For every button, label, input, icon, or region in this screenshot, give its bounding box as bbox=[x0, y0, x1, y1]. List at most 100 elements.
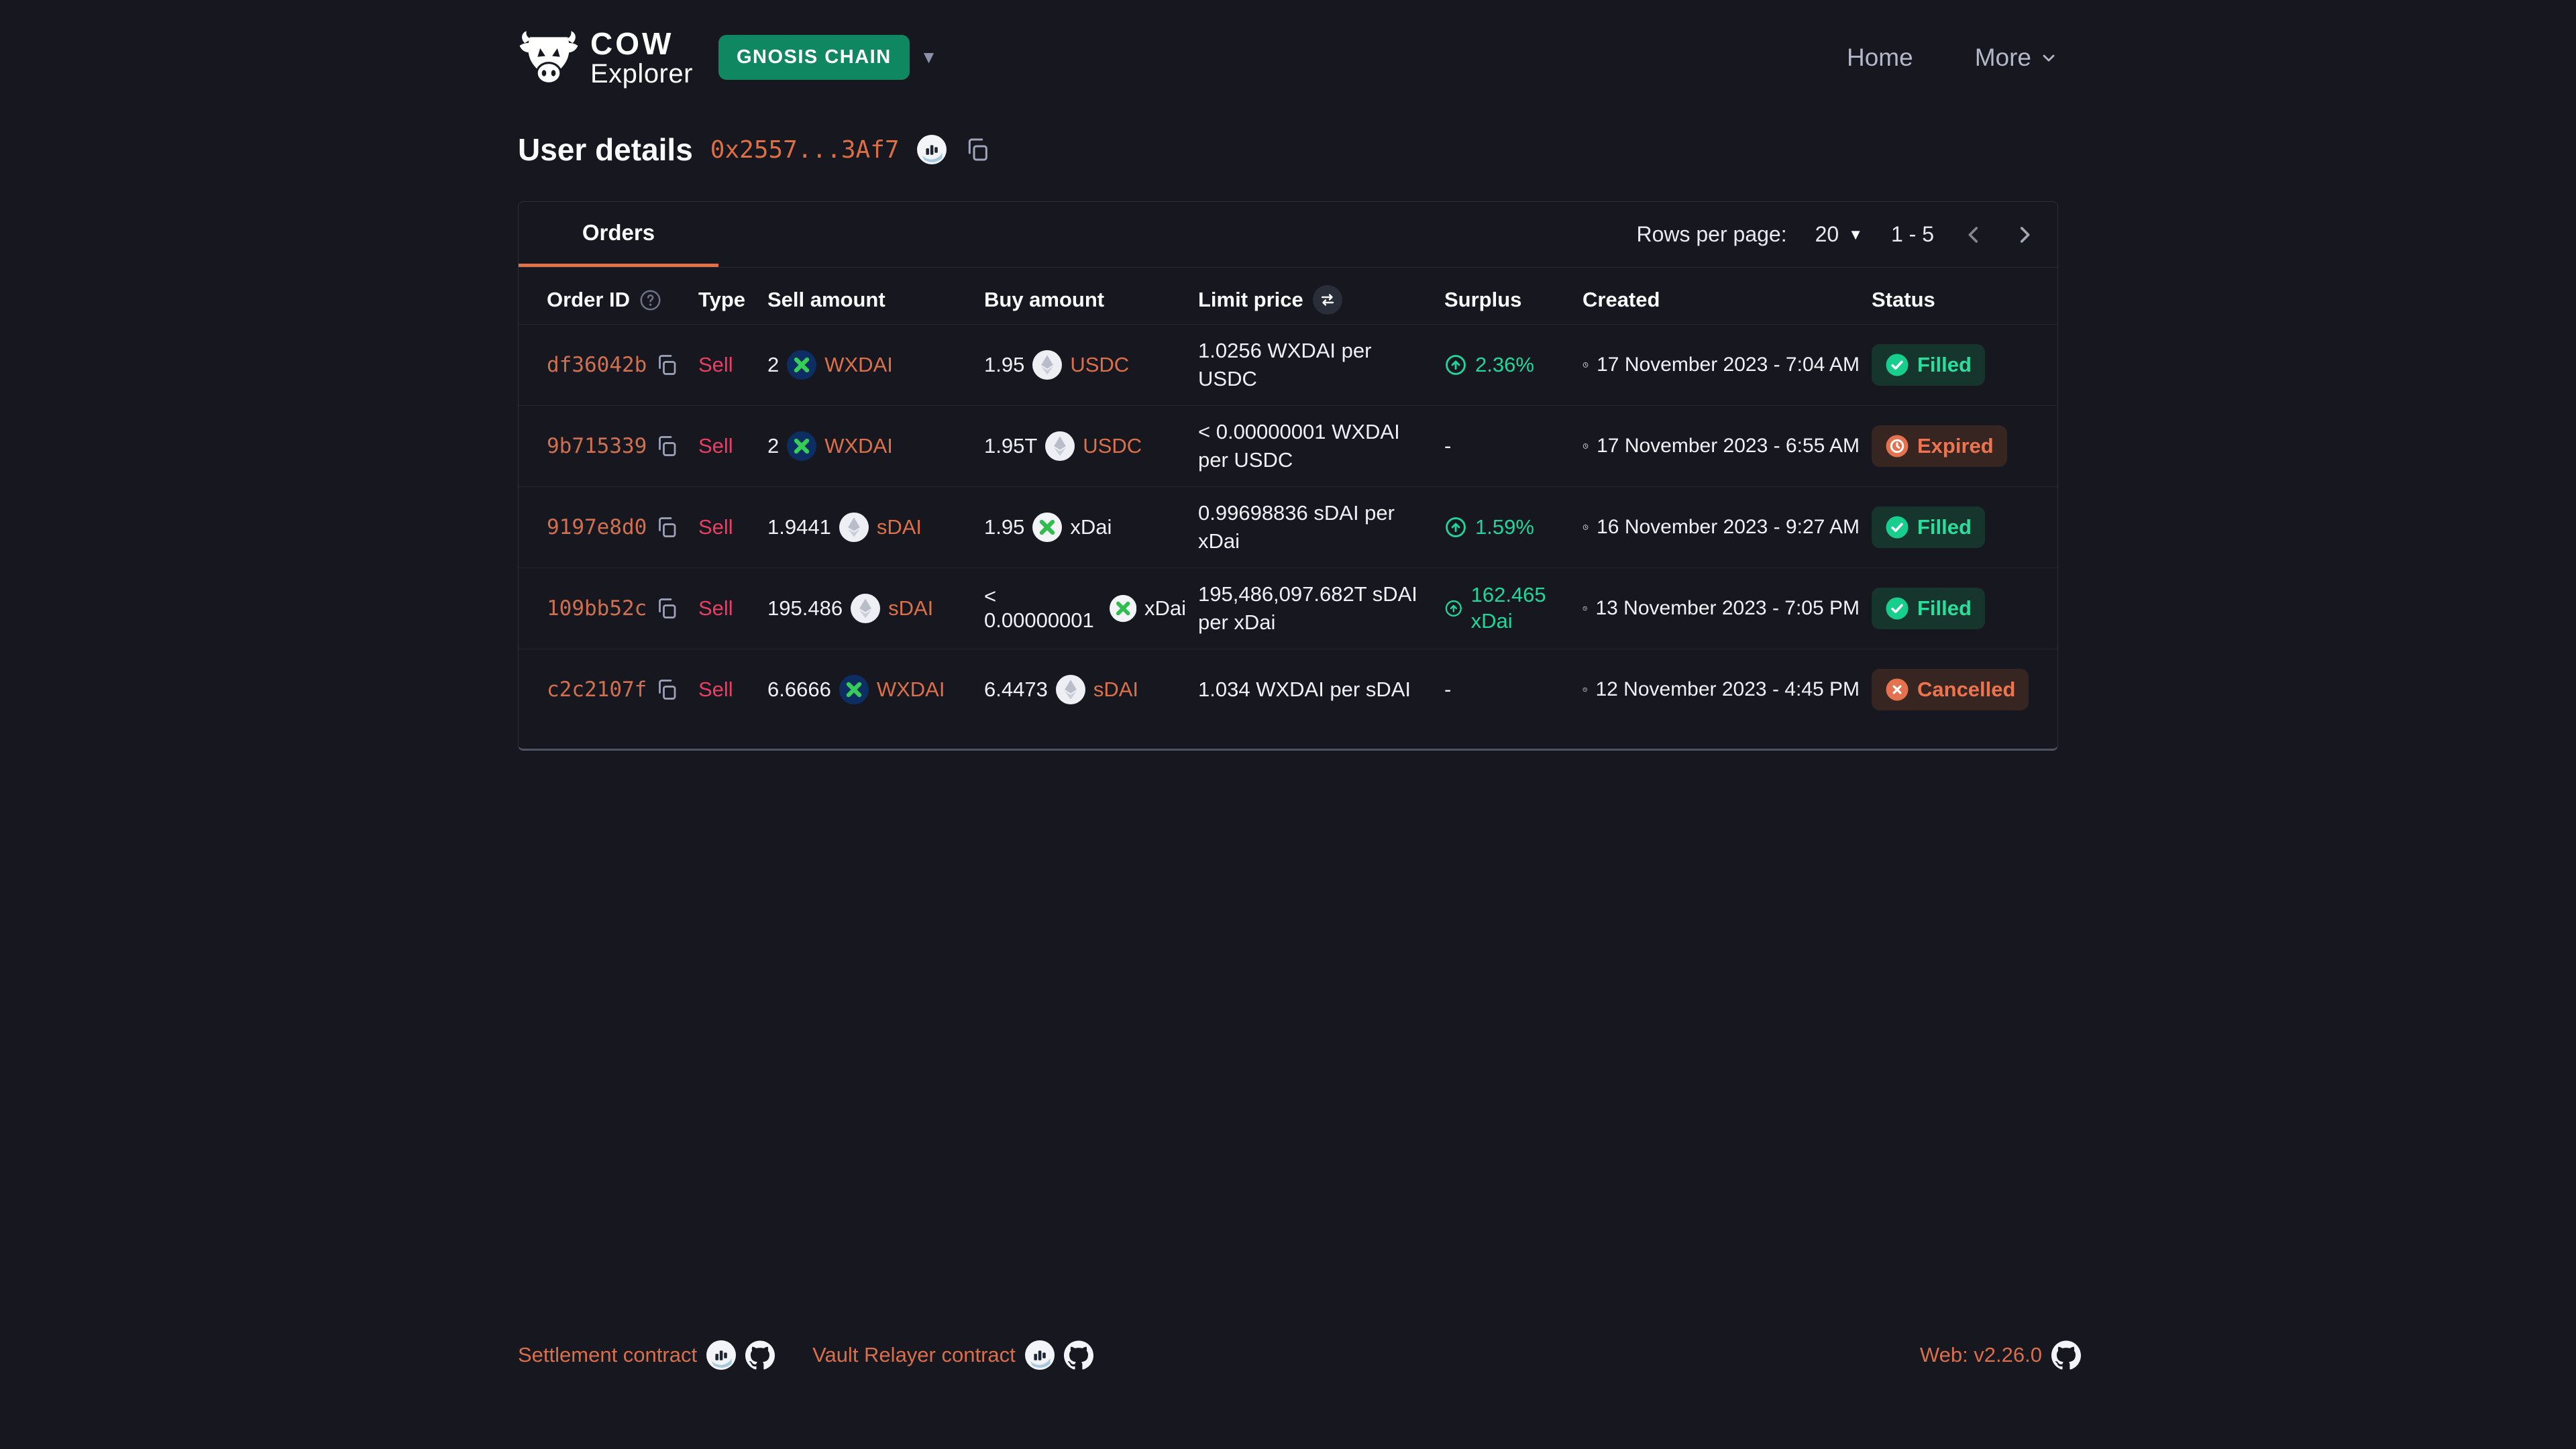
blockscout-icon[interactable] bbox=[917, 135, 947, 164]
check-icon bbox=[1885, 596, 1909, 621]
order-id-link[interactable]: df36042b bbox=[547, 353, 647, 377]
limit-price: 1.0256 WXDAI per USDC bbox=[1198, 337, 1432, 393]
invert-price-icon[interactable] bbox=[1313, 285, 1342, 315]
expired-clock-icon bbox=[1885, 434, 1909, 458]
footer: Settlement contract Vault Relayer contra… bbox=[518, 1340, 2081, 1370]
status-badge: Filled bbox=[1872, 588, 1985, 629]
user-address[interactable]: 0x2557...3Af7 bbox=[710, 136, 900, 164]
token-link[interactable]: sDAI bbox=[877, 515, 922, 539]
check-icon bbox=[1885, 515, 1909, 539]
col-buy-amount: Buy amount bbox=[984, 288, 1198, 312]
table-row: 109bb52cSell195.486sDAI< 0.00000001xDai1… bbox=[519, 568, 2057, 649]
token-icon bbox=[1032, 350, 1062, 380]
token-link[interactable]: WXDAI bbox=[824, 434, 893, 458]
created-date: 13 November 2023 - 7:05 PM bbox=[1595, 597, 1860, 620]
token-amount: 6.4473 bbox=[984, 678, 1048, 702]
surplus-cell: 2.36% bbox=[1444, 352, 1582, 378]
copy-address-icon[interactable] bbox=[964, 136, 991, 163]
copy-icon[interactable] bbox=[655, 678, 679, 702]
token-amount: 2 bbox=[767, 434, 779, 458]
token-link[interactable]: sDAI bbox=[888, 596, 933, 621]
blockscout-icon[interactable] bbox=[706, 1340, 736, 1370]
github-icon[interactable] bbox=[745, 1340, 775, 1370]
sell-amount-cell: 2WXDAI bbox=[767, 350, 984, 380]
surplus-cell: 162.465 xDai bbox=[1444, 582, 1582, 635]
token-amount: < 0.00000001 bbox=[984, 584, 1102, 633]
cancel-x-icon bbox=[1885, 678, 1909, 702]
order-id-link[interactable]: c2c2107f bbox=[547, 678, 647, 702]
order-type: Sell bbox=[698, 515, 767, 539]
created-cell: 12 November 2023 - 4:45 PM bbox=[1582, 678, 1872, 702]
surplus-empty: - bbox=[1444, 678, 1451, 702]
copy-icon[interactable] bbox=[655, 353, 679, 377]
help-icon[interactable] bbox=[639, 289, 661, 311]
chevron-down-icon bbox=[2039, 48, 2058, 67]
sell-amount-cell: 2 WXDAI bbox=[767, 431, 984, 461]
surplus-empty: - bbox=[1444, 434, 1451, 458]
check-icon bbox=[1885, 353, 1909, 377]
table-row: 9b715339Sell2WXDAI1.95TUSDC< 0.00000001 … bbox=[519, 405, 2057, 486]
col-status: Status bbox=[1872, 288, 2029, 312]
order-id-link[interactable]: 9b715339 bbox=[547, 434, 647, 458]
network-selector[interactable]: GNOSIS CHAIN ▼ bbox=[718, 35, 937, 80]
token-link[interactable]: sDAI bbox=[1093, 678, 1138, 702]
copy-icon[interactable] bbox=[655, 596, 679, 621]
network-badge[interactable]: GNOSIS CHAIN bbox=[718, 35, 910, 80]
token-amount: 1.95 bbox=[984, 515, 1024, 539]
limit-price: < 0.00000001 WXDAI per USDC bbox=[1198, 418, 1432, 474]
sell-amount-cell: 6.6666WXDAI bbox=[767, 675, 984, 704]
created-date: 17 November 2023 - 7:04 AM bbox=[1597, 354, 1860, 376]
nav-more-label: More bbox=[1975, 44, 2031, 72]
col-created: Created bbox=[1582, 288, 1872, 312]
surplus-up-icon bbox=[1444, 516, 1467, 539]
xdai-token-icon bbox=[1110, 594, 1136, 623]
network-dropdown-icon[interactable]: ▼ bbox=[920, 47, 938, 68]
order-id-link[interactable]: 9197e8d0 bbox=[547, 515, 647, 539]
cow-explorer-logo[interactable]: COW Explorer bbox=[518, 28, 693, 88]
order-type: Sell bbox=[698, 434, 767, 458]
token-link[interactable]: WXDAI bbox=[877, 678, 945, 702]
sell-amount-cell: 195.486sDAI bbox=[767, 594, 984, 623]
col-limit-price: Limit price bbox=[1198, 288, 1303, 312]
nav-home[interactable]: Home bbox=[1847, 44, 1913, 72]
status-label: Filled bbox=[1917, 353, 1972, 377]
github-icon[interactable] bbox=[2051, 1340, 2081, 1370]
orders-table-body: df36042bSell2WXDAI1.95USDC1.0256 WXDAI p… bbox=[519, 324, 2057, 749]
col-sell-amount: Sell amount bbox=[767, 288, 984, 312]
top-navigation-bar: COW Explorer GNOSIS CHAIN ▼ Home More bbox=[518, 0, 2058, 93]
col-order-id: Order ID bbox=[547, 288, 630, 312]
copy-icon[interactable] bbox=[655, 434, 679, 458]
order-id-link[interactable]: 109bb52c bbox=[547, 596, 647, 621]
blockscout-icon[interactable] bbox=[1025, 1340, 1055, 1370]
web-version[interactable]: Web: v2.26.0 bbox=[1920, 1343, 2042, 1367]
token-icon bbox=[851, 594, 880, 623]
tab-orders[interactable]: Orders bbox=[519, 202, 718, 267]
rows-per-page-label: Rows per page: bbox=[1636, 222, 1786, 247]
xdai-token-icon bbox=[1032, 513, 1062, 542]
token-link[interactable]: WXDAI bbox=[824, 353, 893, 377]
nav-more[interactable]: More bbox=[1975, 44, 2058, 72]
created-date: 12 November 2023 - 4:45 PM bbox=[1595, 678, 1860, 701]
clock-icon bbox=[1582, 515, 1589, 539]
table-row: df36042bSell2WXDAI1.95USDC1.0256 WXDAI p… bbox=[519, 324, 2057, 405]
wxdai-token-icon bbox=[787, 350, 816, 380]
token-amount: 1.95 bbox=[984, 353, 1024, 377]
wxdai-token-icon bbox=[839, 675, 869, 704]
status-badge: Filled bbox=[1872, 506, 1985, 548]
logo-title: COW bbox=[590, 28, 693, 60]
order-type: Sell bbox=[698, 596, 767, 621]
surplus-up-icon bbox=[1444, 597, 1463, 620]
token-link[interactable]: USDC bbox=[1070, 353, 1129, 377]
rows-per-page-select[interactable]: 20 ▼ bbox=[1815, 222, 1863, 247]
settlement-contract-link[interactable]: Settlement contract bbox=[518, 1343, 697, 1367]
next-page-button[interactable] bbox=[2013, 223, 2036, 246]
copy-icon[interactable] bbox=[655, 515, 679, 539]
token-link[interactable]: USDC bbox=[1083, 434, 1142, 458]
github-icon[interactable] bbox=[1064, 1340, 1093, 1370]
clock-icon bbox=[1582, 678, 1587, 702]
status-badge: Cancelled bbox=[1872, 669, 2029, 710]
pagination-range: 1 - 5 bbox=[1891, 222, 1934, 247]
vault-relayer-contract-link[interactable]: Vault Relayer contract bbox=[812, 1343, 1016, 1367]
token-icon bbox=[1056, 675, 1085, 704]
previous-page-button[interactable] bbox=[1962, 223, 1985, 246]
